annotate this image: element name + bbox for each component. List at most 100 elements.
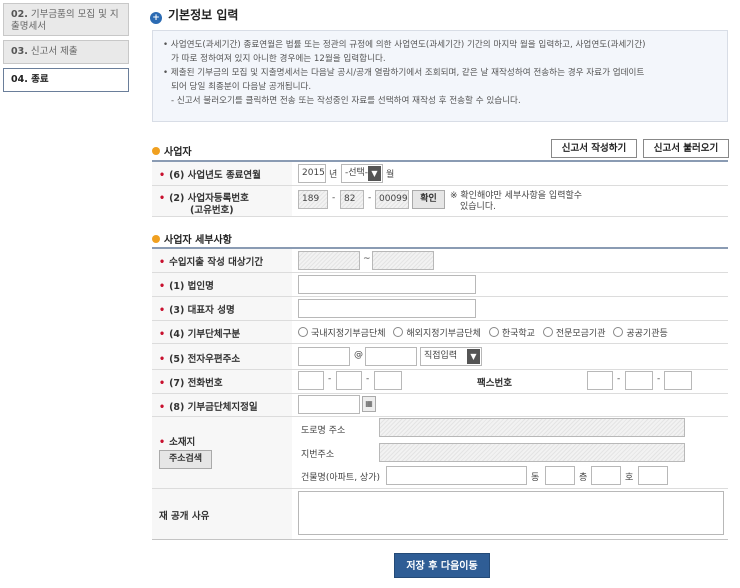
info-line: 되어 당일 최종분이 다음날 공개됩니다. bbox=[171, 82, 312, 92]
month-select-value: -선택- bbox=[345, 168, 369, 178]
address-label: • 소재지 bbox=[159, 437, 196, 448]
row-divider bbox=[152, 320, 728, 321]
phone-part1-input[interactable] bbox=[298, 371, 324, 390]
dash: - bbox=[328, 374, 332, 384]
email-label: • (5) 전자우편주소 bbox=[159, 354, 241, 365]
row-divider bbox=[152, 488, 728, 489]
plus-circle-icon: + bbox=[150, 12, 162, 24]
step-nav: 02. 기부금품의 모집 및 지출명세서 03. 신고서 제출 04. 종료 bbox=[3, 3, 129, 96]
regno-part1-input[interactable]: 189 bbox=[298, 190, 328, 209]
road-address-label: 도로명 주소 bbox=[301, 426, 346, 436]
corp-name-label: • (1) 법인명 bbox=[159, 281, 214, 292]
fiscal-month-select[interactable]: -선택- ▼ bbox=[341, 164, 383, 183]
confirm-button[interactable]: 확인 bbox=[412, 190, 445, 209]
info-line: • 사업연도(과세기간) 종료연월은 법률 또는 정관의 규정에 의한 사업연도… bbox=[163, 40, 646, 50]
section-title-text: 사업자 세부사항 bbox=[164, 235, 232, 246]
org-type-option[interactable]: 한국학교 bbox=[488, 327, 535, 339]
at-sign: @ bbox=[354, 350, 363, 360]
fiscal-year-input[interactable]: 2015 bbox=[298, 164, 326, 183]
period-start-input[interactable] bbox=[298, 251, 360, 270]
row-divider bbox=[152, 185, 728, 186]
radio-icon bbox=[298, 327, 308, 337]
section-title-text: 사업자 bbox=[164, 147, 192, 158]
building-input[interactable] bbox=[386, 466, 527, 485]
phone-label: • (7) 전화번호 bbox=[159, 378, 223, 389]
fax-part3-input[interactable] bbox=[664, 371, 692, 390]
radio-icon bbox=[542, 327, 553, 337]
address-search-button[interactable]: 주소검색 bbox=[159, 450, 212, 469]
nav-item-finish[interactable]: 04. 종료 bbox=[3, 68, 129, 92]
info-box: • 사업연도(과세기간) 종료연월은 법률 또는 정관의 규정에 의한 사업연도… bbox=[152, 30, 728, 122]
org-type-option[interactable]: 공공기관등 bbox=[613, 327, 668, 339]
fax-part2-input[interactable] bbox=[625, 371, 653, 390]
lot-address-input[interactable] bbox=[379, 443, 685, 462]
info-line: - 신고서 불러오기를 클릭하면 전송 또는 작성중인 자료를 선택하여 재작성… bbox=[171, 96, 521, 106]
write-report-button[interactable]: 신고서 작성하기 bbox=[551, 139, 637, 158]
regno-part2-input[interactable]: 82 bbox=[340, 190, 364, 209]
row-divider bbox=[152, 343, 728, 344]
lot-address-label: 지번주소 bbox=[301, 450, 335, 460]
dash: - bbox=[368, 193, 372, 203]
year-unit: 년 bbox=[329, 170, 338, 180]
dash: - bbox=[657, 374, 661, 384]
nav-item-number: 04. bbox=[11, 74, 28, 85]
org-type-option[interactable]: 전문모금기관 bbox=[542, 327, 606, 339]
nav-item-label: 기부금품의 모집 및 지출명세서 bbox=[11, 9, 119, 32]
org-type-label: • (4) 기부단체구분 bbox=[159, 329, 241, 340]
org-type-option[interactable]: 해외지정기부금단체 bbox=[393, 327, 481, 339]
tilde: ~ bbox=[363, 254, 371, 264]
month-unit: 월 bbox=[386, 170, 395, 180]
floor-unit: 층 bbox=[579, 473, 588, 483]
calendar-icon[interactable]: ▦ bbox=[362, 396, 376, 412]
org-type-option[interactable]: 국내지정기부금단체 bbox=[298, 327, 386, 339]
email-domain-select[interactable]: 직접입력 ▼ bbox=[420, 347, 482, 366]
reopen-reason-textarea[interactable] bbox=[298, 491, 724, 535]
nav-item-statement[interactable]: 02. 기부금품의 모집 및 지출명세서 bbox=[3, 3, 129, 36]
period-end-input[interactable] bbox=[372, 251, 434, 270]
page-title-text: 기본정보 입력 bbox=[168, 8, 239, 22]
building-label: 건물명(아파트, 상가) bbox=[301, 473, 380, 483]
designation-date-label: • (8) 기부금단체지정일 bbox=[159, 402, 258, 413]
nav-item-submit[interactable]: 03. 신고서 제출 bbox=[3, 40, 129, 64]
info-line: • 제출된 기부금의 모집 및 지출명세서는 다음날 공시/공개 열람하기에서 … bbox=[163, 68, 645, 78]
fiscal-period-label: • (6) 사업년도 종료연월 bbox=[159, 170, 261, 181]
email-local-input[interactable] bbox=[298, 347, 350, 366]
chevron-down-icon: ▼ bbox=[467, 349, 480, 364]
row-divider bbox=[152, 272, 728, 273]
row-divider bbox=[152, 369, 728, 370]
designation-date-input[interactable] bbox=[298, 395, 360, 414]
table-top-border bbox=[152, 160, 728, 162]
reopen-reason-label: 재 공개 사유 bbox=[159, 511, 210, 522]
save-next-button[interactable]: 저장 후 다음이동 bbox=[394, 553, 490, 578]
road-address-input[interactable] bbox=[379, 418, 685, 437]
corp-name-input[interactable] bbox=[298, 275, 476, 294]
org-type-radio-group: 국내지정기부금단체 해외지정기부금단체 한국학교 전문모금기관 공공기관등 bbox=[298, 326, 668, 339]
page-title: + 기본정보 입력 bbox=[150, 6, 238, 24]
row-divider bbox=[152, 296, 728, 297]
phone-part2-input[interactable] bbox=[336, 371, 362, 390]
dash: - bbox=[332, 193, 336, 203]
dash: - bbox=[366, 374, 370, 384]
email-domain-input[interactable] bbox=[365, 347, 417, 366]
radio-icon bbox=[488, 327, 499, 337]
ho-input[interactable] bbox=[638, 466, 668, 485]
dong-input[interactable] bbox=[545, 466, 575, 485]
report-period-label: • 수입지출 작성 대상기간 bbox=[159, 257, 264, 268]
table-bottom-border bbox=[152, 539, 728, 540]
table-top-border bbox=[152, 247, 728, 249]
nav-item-label: 종료 bbox=[31, 74, 49, 85]
nav-item-label: 신고서 제출 bbox=[30, 46, 78, 57]
fax-part1-input[interactable] bbox=[587, 371, 613, 390]
radio-icon bbox=[613, 327, 624, 337]
load-report-button[interactable]: 신고서 불러오기 bbox=[643, 139, 729, 158]
dash: - bbox=[617, 374, 621, 384]
row-divider bbox=[152, 416, 728, 417]
email-domain-select-value: 직접입력 bbox=[424, 351, 458, 361]
rep-name-input[interactable] bbox=[298, 299, 476, 318]
confirm-note: ※ 확인해야만 세부사항을 입력할수 있습니다. bbox=[450, 191, 583, 212]
phone-part3-input[interactable] bbox=[374, 371, 402, 390]
chevron-down-icon: ▼ bbox=[368, 166, 381, 181]
business-regno-sublabel: (고유번호) bbox=[190, 205, 234, 216]
regno-part3-input[interactable]: 00099 bbox=[375, 190, 409, 209]
floor-input[interactable] bbox=[591, 466, 621, 485]
